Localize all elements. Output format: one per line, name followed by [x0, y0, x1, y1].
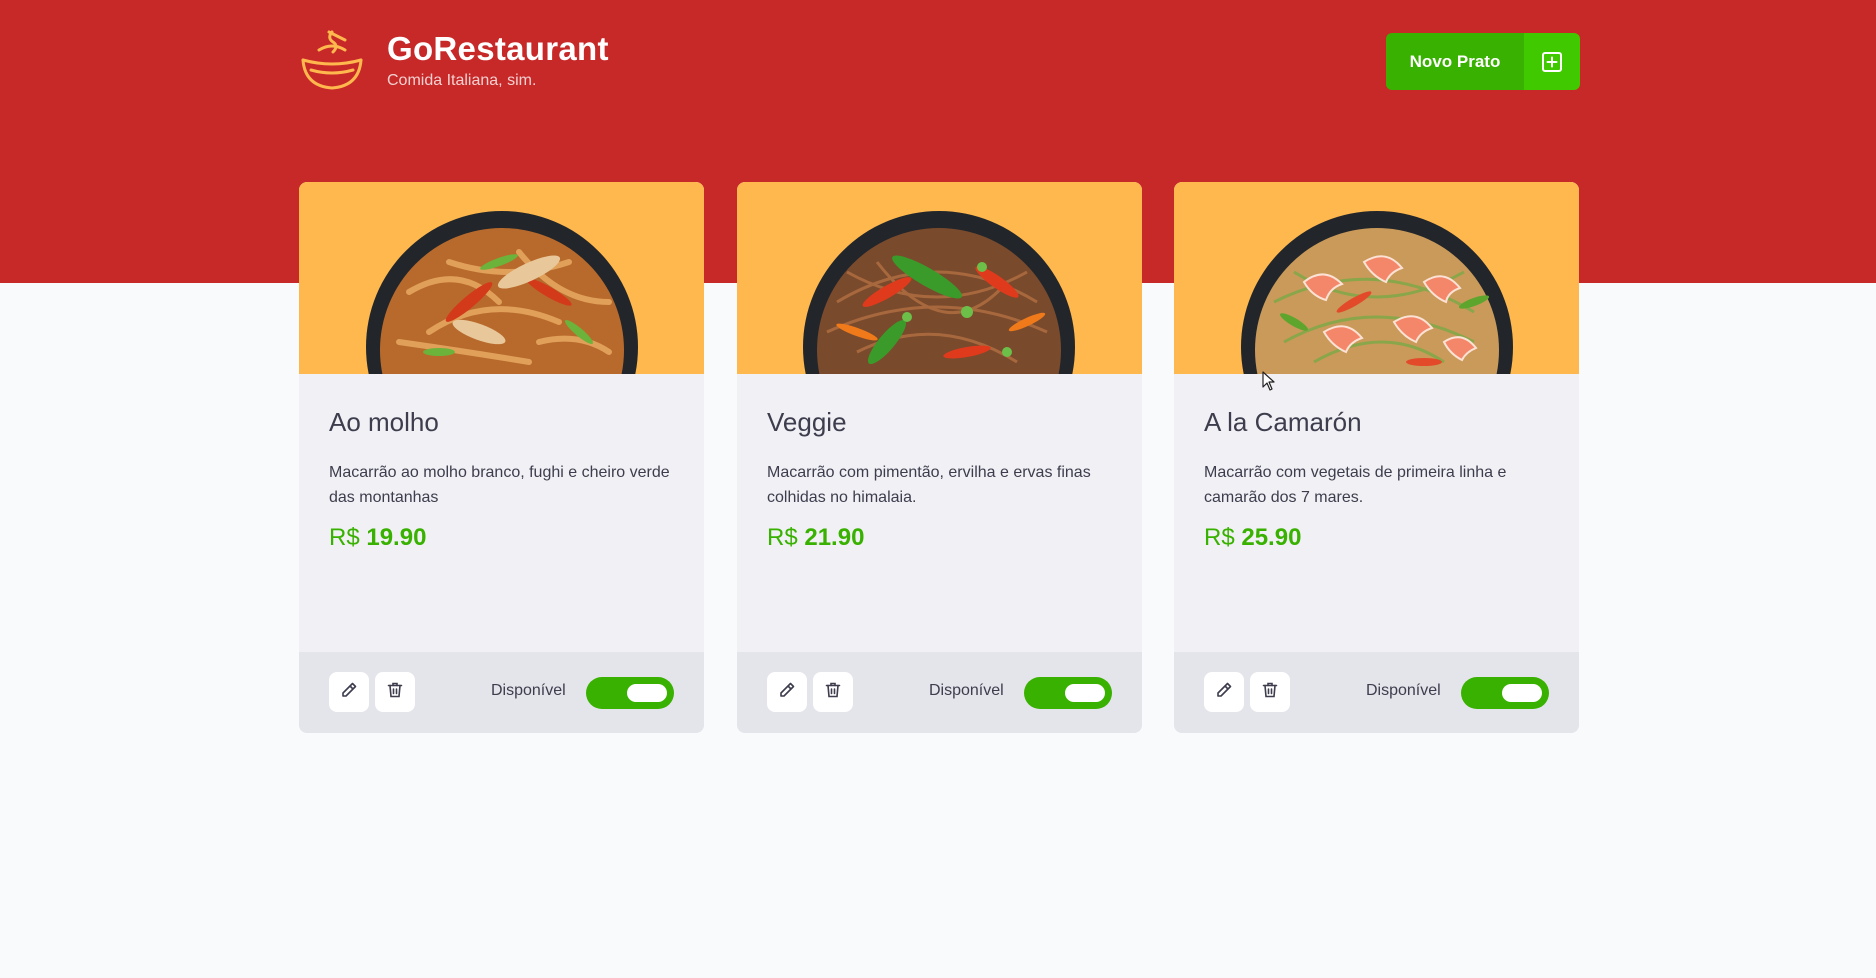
- food-image: [299, 182, 704, 374]
- food-card: Veggie Macarrão com pimentão, ervilha e …: [737, 182, 1142, 733]
- page-header: GoRestaurant Comida Italiana, sim. Novo …: [299, 28, 1580, 92]
- edit-button[interactable]: [329, 672, 369, 712]
- price-value: 25.90: [1241, 524, 1302, 551]
- pencil-icon: [1215, 681, 1233, 704]
- price-value: 19.90: [366, 524, 427, 551]
- food-image: [737, 182, 1142, 374]
- delete-button[interactable]: [813, 672, 853, 712]
- pencil-icon: [778, 681, 796, 704]
- toggle-knob: [1502, 684, 1542, 702]
- toggle-knob: [1065, 684, 1105, 702]
- food-description: Macarrão ao molho branco, fughi e cheiro…: [329, 464, 670, 506]
- food-price: R$ 21.90: [767, 524, 864, 552]
- food-description: Macarrão com pimentão, ervilha e ervas f…: [767, 464, 1091, 506]
- food-details: Veggie Macarrão com pimentão, ervilha e …: [737, 374, 1142, 652]
- food-price: R$ 19.90: [329, 524, 426, 552]
- new-dish-button-label: Novo Prato: [1386, 33, 1524, 90]
- food-name: A la Camarón: [1204, 407, 1362, 437]
- brand-subtitle: Comida Italiana, sim.: [387, 72, 537, 89]
- food-name: Ao molho: [329, 407, 439, 437]
- brand-name: GoRestaurant: [387, 30, 609, 67]
- price-value: 21.90: [804, 524, 865, 551]
- mouse-cursor-icon: [1262, 371, 1276, 396]
- delete-button[interactable]: [375, 672, 415, 712]
- food-price: R$ 25.90: [1204, 524, 1301, 552]
- food-card: Ao molho Macarrão ao molho branco, fughi…: [299, 182, 704, 733]
- price-currency: R$: [767, 524, 798, 551]
- food-name: Veggie: [767, 407, 847, 437]
- card-actions: Disponível: [1174, 652, 1579, 733]
- food-image: [1174, 182, 1579, 374]
- availability-toggle[interactable]: [586, 677, 674, 709]
- toggle-knob: [627, 684, 667, 702]
- card-actions: Disponível: [299, 652, 704, 733]
- availability-label: Disponível: [491, 682, 566, 699]
- availability-label: Disponível: [929, 682, 1004, 699]
- edit-button[interactable]: [767, 672, 807, 712]
- plus-square-icon: [1524, 33, 1580, 90]
- trash-icon: [824, 681, 842, 704]
- card-actions: Disponível: [737, 652, 1142, 733]
- food-description: Macarrão com vegetais de primeira linha …: [1204, 464, 1507, 506]
- trash-icon: [1261, 681, 1279, 704]
- availability-toggle[interactable]: [1461, 677, 1549, 709]
- delete-button[interactable]: [1250, 672, 1290, 712]
- food-details: Ao molho Macarrão ao molho branco, fughi…: [299, 374, 704, 652]
- trash-icon: [386, 681, 404, 704]
- price-currency: R$: [329, 524, 360, 551]
- edit-button[interactable]: [1204, 672, 1244, 712]
- availability-label: Disponível: [1366, 682, 1441, 699]
- pencil-icon: [340, 681, 358, 704]
- availability-toggle[interactable]: [1024, 677, 1112, 709]
- food-bowl-logo-icon: [299, 28, 365, 92]
- new-dish-button[interactable]: Novo Prato: [1386, 33, 1580, 90]
- food-card: A la Camarón Macarrão com vegetais de pr…: [1174, 182, 1579, 733]
- food-details: A la Camarón Macarrão com vegetais de pr…: [1174, 374, 1579, 652]
- price-currency: R$: [1204, 524, 1235, 551]
